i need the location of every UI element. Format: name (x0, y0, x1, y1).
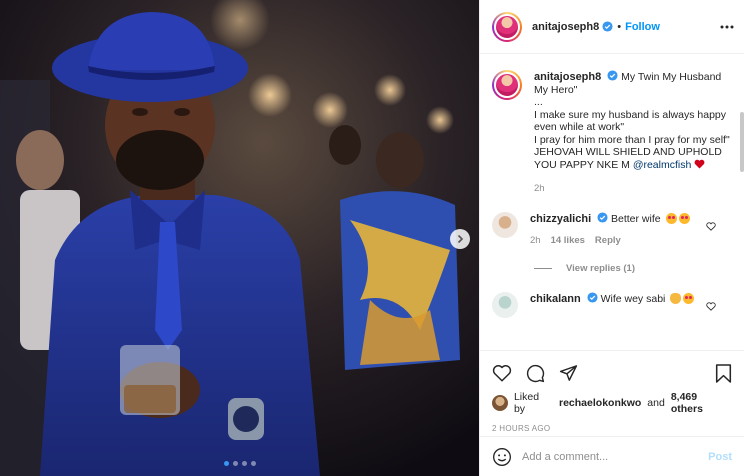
comment-body: chizzyalichi Better wife 2h 14 likes Rep… (530, 212, 732, 247)
caption: anitajoseph8 My Twin My Husband My Hero"… (492, 70, 732, 171)
post-header: anitajoseph8 • Follow (480, 0, 744, 54)
post-photo[interactable] (0, 0, 479, 476)
comment-input[interactable] (522, 450, 699, 463)
follow-button[interactable]: Follow (625, 21, 660, 33)
likes-prefix: Liked by (513, 391, 540, 415)
share-icon (559, 365, 578, 381)
caption-line: I make sure my husband is always happy e… (534, 108, 727, 134)
more-horizontal-icon (720, 25, 734, 28)
heart-icon (492, 365, 512, 382)
heart-outline-icon (706, 302, 716, 311)
caption-time: 2h (534, 183, 545, 194)
view-replies-button[interactable]: View replies (1) (534, 263, 732, 274)
carousel-dot (223, 461, 229, 466)
carousel-dot (232, 461, 238, 466)
comment-item: chikalann Wife wey sabi (492, 292, 732, 318)
comment-item: chizzyalichi Better wife 2h 14 likes Rep… (492, 212, 732, 247)
instagram-post: anitajoseph8 • Follow anitajoseph8 My Tw… (0, 0, 744, 476)
view-replies-label: View replies (1) (566, 263, 635, 274)
liker-username[interactable]: rechaelokonkwo (559, 397, 641, 409)
comments-list[interactable]: anitajoseph8 My Twin My Husband My Hero"… (480, 54, 744, 350)
comment-time: 2h (530, 235, 541, 246)
more-options-button[interactable] (720, 25, 734, 29)
comments-scrollbar[interactable] (740, 108, 744, 350)
heart-eyes-emoji-icon (678, 213, 690, 224)
replies-divider (534, 268, 552, 269)
red-heart-emoji-icon (694, 159, 705, 169)
verified-badge-icon (607, 70, 618, 81)
carousel-dot (241, 461, 247, 466)
share-button[interactable] (559, 364, 578, 382)
verified-badge-icon (587, 292, 598, 303)
comment-button[interactable] (526, 364, 545, 383)
author-avatar[interactable] (492, 11, 522, 42)
commenter-avatar[interactable] (492, 292, 518, 318)
comment-username[interactable]: chizzyalichi (530, 213, 591, 225)
comment-text: Better wife (610, 213, 661, 225)
save-button[interactable] (715, 363, 732, 383)
author-username[interactable]: anitajoseph8 (532, 21, 599, 33)
smiley-icon (493, 447, 511, 466)
like-button[interactable] (492, 364, 512, 382)
post-comment-button[interactable]: Post (708, 451, 732, 463)
comment-text: Wife wey sabi (600, 293, 666, 305)
comment-icon (526, 364, 545, 382)
post-side-panel: anitajoseph8 • Follow anitajoseph8 My Tw… (479, 0, 744, 476)
heart-eyes-emoji-icon (683, 293, 695, 304)
likes-others[interactable]: 8,469 others (671, 391, 732, 415)
clapping-hands-emoji-icon (670, 293, 682, 304)
caption-username[interactable]: anitajoseph8 (534, 71, 601, 83)
heart-outline-icon (706, 222, 716, 231)
next-slide-button[interactable] (450, 229, 470, 249)
comment-likes[interactable]: 14 likes (551, 234, 585, 247)
action-bar (492, 359, 732, 387)
emoji-picker-button[interactable] (492, 447, 512, 467)
carousel-indicator (0, 461, 479, 466)
post-actions: Liked by rechaelokonkwo and 8,469 others… (480, 350, 744, 476)
carousel-dot (250, 461, 256, 466)
comment-body: chikalann Wife wey sabi (530, 292, 732, 318)
photo-image (0, 0, 479, 476)
comment-like-button[interactable] (706, 302, 716, 311)
likes-summary: Liked by rechaelokonkwo and 8,469 others (492, 391, 732, 415)
heart-eyes-emoji-icon (665, 213, 677, 224)
reply-button[interactable]: Reply (595, 234, 621, 247)
verified-badge-icon (602, 21, 613, 32)
likes-connector: and (647, 397, 665, 409)
commenter-avatar[interactable] (492, 212, 518, 238)
post-timestamp[interactable]: 2 HOURS AGO (492, 424, 732, 433)
caption-mention[interactable]: @realmcfish (633, 159, 692, 171)
bookmark-icon (715, 363, 732, 383)
caption-text: anitajoseph8 My Twin My Husband My Hero"… (534, 70, 732, 171)
comment-like-button[interactable] (706, 222, 716, 231)
caption-line: ... (534, 96, 543, 108)
comment-composer: Post (480, 436, 744, 476)
liker-avatar[interactable] (492, 395, 508, 411)
comment-meta: 2h 14 likes Reply (530, 234, 708, 247)
comment-username[interactable]: chikalann (530, 293, 581, 305)
caption-avatar[interactable] (492, 70, 522, 100)
chevron-right-icon (457, 234, 464, 244)
caption-line: I pray for him more than I pray for my s… (534, 133, 730, 146)
verified-badge-icon (597, 212, 608, 223)
